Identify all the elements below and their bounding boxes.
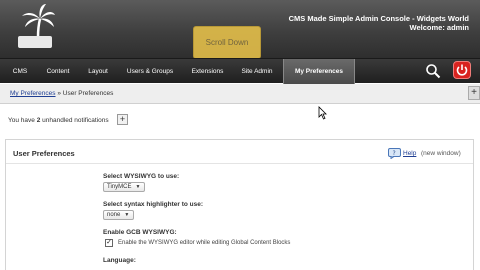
nav-item-users-groups[interactable]: Users & Groups	[120, 59, 180, 84]
nav-item-layout[interactable]: Layout	[82, 59, 114, 84]
breadcrumb: My Preferences » User Preferences	[10, 90, 113, 97]
cursor-icon	[318, 106, 327, 120]
nav-item-my-preferences[interactable]: My Preferences	[283, 59, 355, 84]
expand-button[interactable]: +	[468, 86, 480, 100]
notification-suffix: unhandled notifications	[40, 117, 109, 124]
site-title: CMS Made Simple Admin Console - Widgets …	[288, 14, 469, 23]
panel-title: User Preferences	[13, 149, 75, 158]
gcb-wysiwyg-label: Enable GCB WYSIWYG:	[103, 229, 177, 236]
chevron-down-icon: ▼	[124, 212, 130, 218]
palm-tree-logo-icon[interactable]	[20, 3, 56, 39]
nav-item-site-admin[interactable]: Site Admin	[236, 59, 278, 84]
header: Scroll Down CMS Made Simple Admin Consol…	[0, 0, 480, 59]
site-title-block: CMS Made Simple Admin Console - Widgets …	[289, 14, 469, 32]
notification-text: You have 2 unhandled notifications	[8, 117, 109, 124]
welcome-user: Welcome: admin	[409, 23, 469, 32]
gcb-wysiwyg-checkbox[interactable]: ✓	[105, 239, 113, 247]
nav-item-extensions[interactable]: Extensions	[185, 59, 230, 84]
notification-prefix: You have	[8, 117, 37, 124]
main-nav: CMS Content Layout Users & Groups Extens…	[0, 58, 480, 84]
help-note: (new window)	[421, 150, 461, 157]
syntax-highlighter-select[interactable]: none ▼	[103, 210, 134, 220]
breadcrumb-separator: »	[55, 90, 63, 97]
help-icon[interactable]: ?	[388, 148, 401, 159]
logout-button[interactable]	[453, 61, 471, 79]
nav-item-content[interactable]: Content	[40, 59, 76, 84]
wysiwyg-value: TinyMCE	[107, 184, 132, 190]
syntax-highlighter-label: Select syntax highlighter to use:	[103, 201, 204, 208]
help-link[interactable]: Help	[403, 150, 416, 157]
power-icon	[456, 64, 468, 76]
breadcrumb-current: User Preferences	[62, 90, 114, 97]
plus-icon: +	[119, 114, 126, 124]
notification-expand-button[interactable]: +	[117, 114, 128, 125]
gcb-wysiwyg-checkbox-text: Enable the WYSIWYG editor while editing …	[118, 240, 291, 246]
logo-base	[18, 36, 52, 48]
chevron-down-icon: ▼	[135, 184, 141, 190]
svg-text:?: ?	[393, 150, 396, 157]
language-label: Language:	[103, 257, 136, 264]
scroll-down-overlay: Scroll Down	[193, 26, 261, 59]
breadcrumb-bar: My Preferences » User Preferences	[0, 84, 480, 104]
user-preferences-panel: User Preferences ? Help (new window) Sel…	[5, 139, 474, 270]
syntax-highlighter-value: none	[107, 212, 121, 218]
breadcrumb-link-my-preferences[interactable]: My Preferences	[10, 90, 56, 97]
panel-header: User Preferences ? Help (new window)	[6, 140, 473, 164]
wysiwyg-label: Select WYSIWYG to use:	[103, 173, 180, 180]
plus-icon: +	[471, 87, 477, 98]
search-icon[interactable]	[425, 63, 441, 79]
wysiwyg-select[interactable]: TinyMCE ▼	[103, 182, 145, 192]
nav-item-cms[interactable]: CMS	[6, 59, 34, 84]
